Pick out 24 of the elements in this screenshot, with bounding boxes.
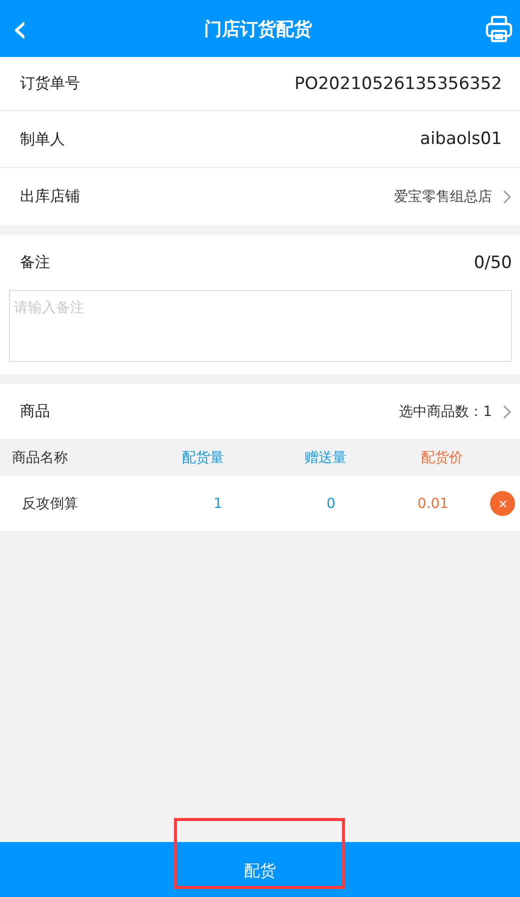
remove-button[interactable] (490, 491, 515, 516)
field-label: 订货单号 (20, 74, 80, 93)
table-cell-text: 1 (212, 496, 224, 512)
table-cell-text: 0.01 (416, 496, 450, 512)
chevron-right-icon (502, 404, 512, 420)
table-cell-text: 0 (326, 496, 336, 512)
goods-label: 商品 (20, 402, 50, 421)
column-header: 配货量 (181, 448, 225, 466)
selected-count[interactable]: 选中商品数：1 (399, 402, 492, 420)
column-header: 配货价 (420, 448, 464, 466)
printer-icon[interactable] (484, 14, 514, 44)
field-value: PO20210526135356352 (294, 74, 502, 94)
column-header: 赠送量 (304, 448, 348, 466)
field-label: 制单人 (20, 130, 65, 148)
table-cell-text: 反攻倒算 (21, 494, 79, 512)
field-label: 出库店铺 (20, 187, 80, 206)
remark-label: 备注 (20, 253, 50, 272)
page-title: 门店订货配货 (204, 18, 312, 40)
column-header: 商品名称 (11, 448, 69, 466)
chevron-right-icon (502, 188, 512, 204)
field-value[interactable]: 爱宝零售组总店 (394, 188, 492, 206)
character-counter: 0/50 (474, 252, 512, 272)
field-value: aibaols01 (420, 129, 502, 149)
close-icon (498, 500, 506, 508)
